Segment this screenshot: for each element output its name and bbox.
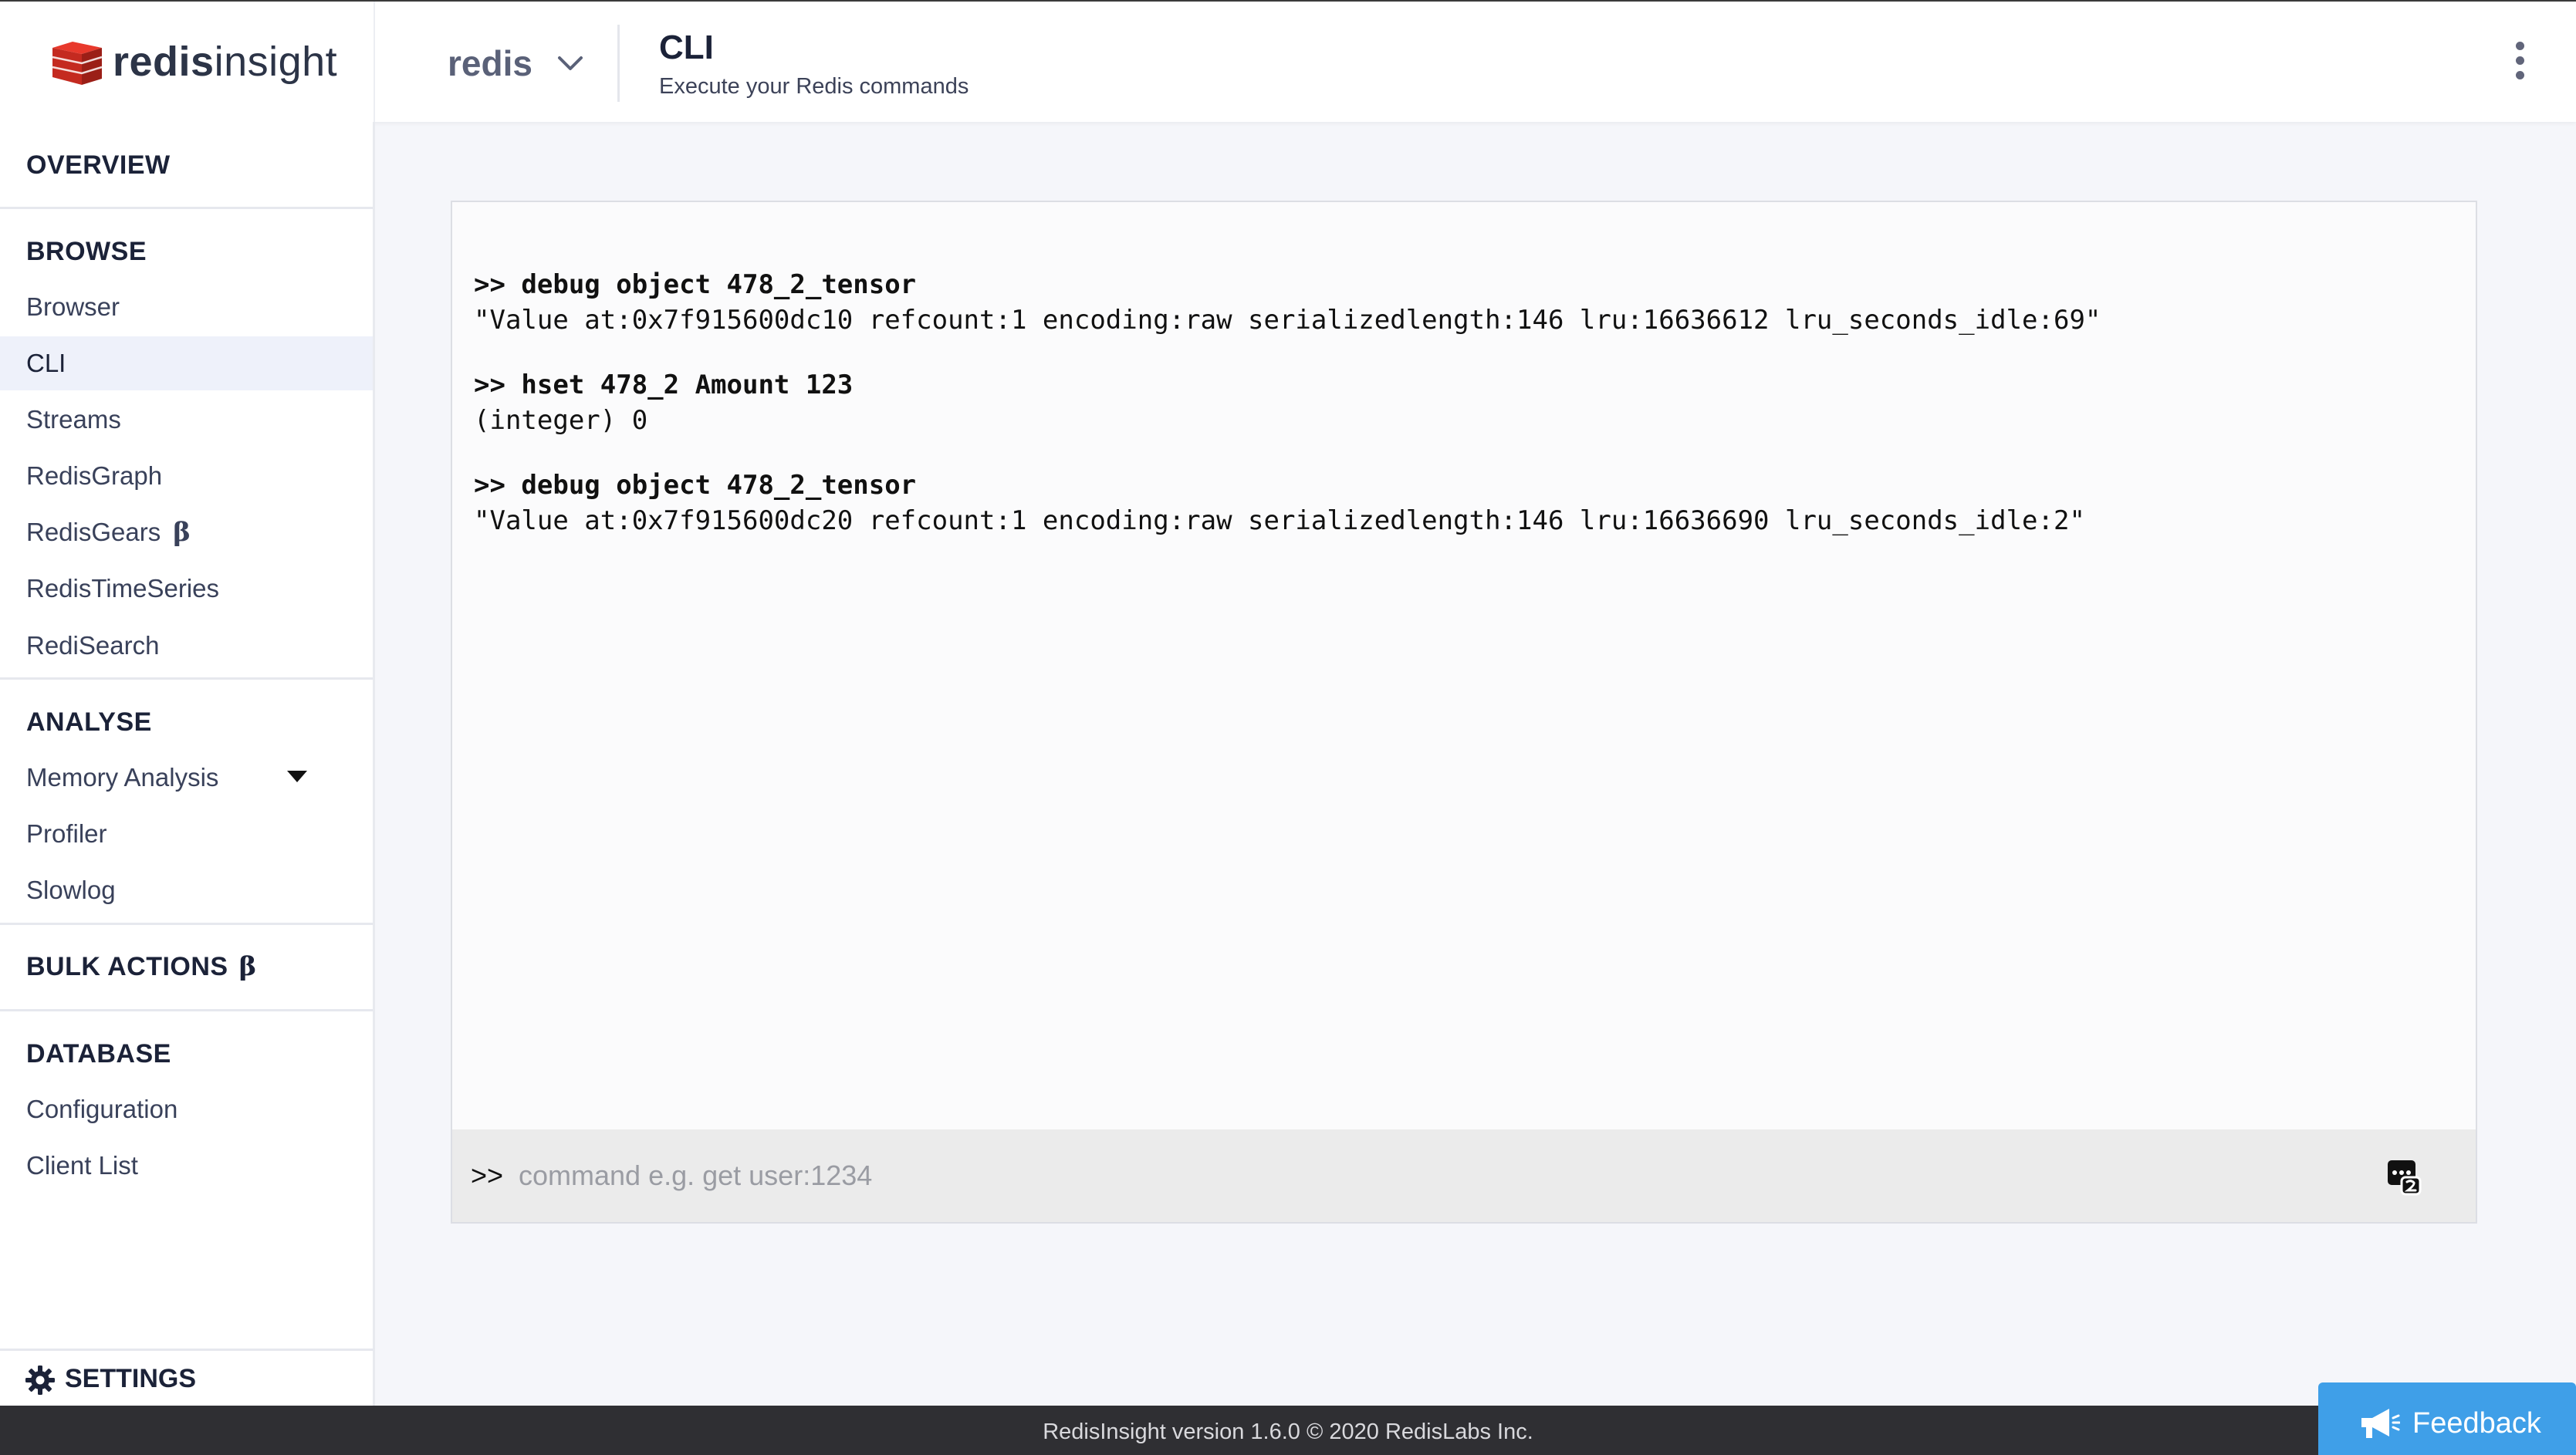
section-title-analyse: ANALYSE xyxy=(26,707,152,737)
app-header: redisinsight redis CLI Execute your Redi… xyxy=(0,0,2576,122)
cli-result: "Value at:0x7f915600dc20 refcount:1 enco… xyxy=(474,505,2085,536)
sidebar-item-client-list[interactable]: Client List xyxy=(0,1139,373,1193)
sidebar-item-label: RedisTimeSeries xyxy=(26,574,220,603)
sidebar-item-redisearch[interactable]: RediSearch xyxy=(0,619,373,673)
section-title-browse: BROWSE xyxy=(26,237,147,266)
version-text: RedisInsight version 1.6.0 © 2020 RedisL… xyxy=(1043,1420,1533,1444)
cli-entry: >> debug object 478_2_tensor "Value at:0… xyxy=(474,267,2454,338)
chevron-down-icon xyxy=(557,56,583,70)
beta-badge: β xyxy=(173,517,191,548)
cli-output: >> debug object 478_2_tensor "Value at:0… xyxy=(474,267,2454,568)
sidebar-item-label: RedisGraph xyxy=(26,461,163,490)
header-divider xyxy=(617,25,620,102)
sidebar-item-overview[interactable]: OVERVIEW xyxy=(26,148,171,182)
bulk-actions-label: BULK ACTIONS xyxy=(26,952,228,981)
section-title-database: DATABASE xyxy=(26,1039,171,1068)
settings-label: SETTINGS xyxy=(65,1364,197,1393)
cli-command: >> hset 478_2 Amount 123 xyxy=(474,370,854,400)
caret-down-icon[interactable] xyxy=(287,771,307,782)
redisgears-label: RedisGears xyxy=(26,518,161,546)
page-title: CLI xyxy=(659,29,714,66)
redis-logo-icon xyxy=(52,42,103,85)
sidebar-divider xyxy=(0,1009,373,1011)
settings-button[interactable]: SETTINGS xyxy=(0,1349,375,1406)
sidebar-item-label: Slowlog xyxy=(26,876,116,904)
sidebar-item-memory-analysis[interactable]: Memory Analysis xyxy=(0,751,373,805)
sidebar-divider xyxy=(0,923,373,925)
sidebar-item-browser[interactable]: Browser xyxy=(0,280,373,334)
sidebar-divider xyxy=(0,677,373,680)
sidebar-item-label: RediSearch xyxy=(26,631,160,660)
feedback-button[interactable]: Feedback xyxy=(2318,1382,2576,1455)
sidebar-item-streams[interactable]: Streams xyxy=(0,393,373,447)
sidebar-divider xyxy=(0,207,373,209)
sidebar-item-redisgraph[interactable]: RedisGraph xyxy=(0,449,373,503)
cli-panel: >> debug object 478_2_tensor "Value at:0… xyxy=(451,201,2477,1224)
cli-entry: >> hset 478_2 Amount 123 (integer) 0 xyxy=(474,367,2454,438)
page-subtitle: Execute your Redis commands xyxy=(659,74,969,99)
sidebar-item-slowlog[interactable]: Slowlog xyxy=(0,863,373,917)
feedback-label: Feedback xyxy=(2412,1407,2541,1440)
cli-input-bar: >> xyxy=(452,1129,2476,1222)
app-footer: RedisInsight version 1.6.0 © 2020 RedisL… xyxy=(0,1406,2576,1455)
sidebar: OVERVIEW BROWSE Browser CLI Streams Redi… xyxy=(0,122,375,1406)
database-selector[interactable]: redis xyxy=(448,39,583,88)
cli-entry: >> debug object 478_2_tensor "Value at:0… xyxy=(474,468,2454,538)
sidebar-item-bulk-actions[interactable]: BULK ACTIONS β xyxy=(26,950,257,984)
cli-prompt: >> xyxy=(471,1160,504,1191)
logo[interactable]: redisinsight xyxy=(0,2,375,122)
sidebar-item-label: Profiler xyxy=(26,819,107,848)
sidebar-item-profiler[interactable]: Profiler xyxy=(0,807,373,861)
sidebar-item-cli[interactable]: CLI xyxy=(0,336,373,390)
sidebar-item-label: Memory Analysis xyxy=(26,763,219,792)
sidebar-item-label: Client List xyxy=(26,1151,138,1180)
beta-badge: β xyxy=(238,951,257,982)
sidebar-item-label: Browser xyxy=(26,292,120,321)
logo-text-insight: insight xyxy=(214,39,338,85)
sidebar-item-label: CLI xyxy=(26,349,66,377)
command-helper-icon[interactable] xyxy=(2386,1156,2422,1197)
sidebar-item-label: Configuration xyxy=(26,1095,178,1123)
sidebar-item-label: Streams xyxy=(26,405,121,434)
database-name: redis xyxy=(448,43,532,83)
gear-icon xyxy=(25,1366,55,1395)
more-options-icon[interactable] xyxy=(2510,42,2530,85)
cli-command: >> debug object 478_2_tensor xyxy=(474,269,917,300)
sidebar-item-label: RedisGears β xyxy=(26,515,191,549)
logo-wordmark: redisinsight xyxy=(113,38,337,86)
cli-command-input[interactable] xyxy=(517,1156,2292,1196)
cli-command: >> debug object 478_2_tensor xyxy=(474,470,917,501)
sidebar-item-redistimeseries[interactable]: RedisTimeSeries xyxy=(0,562,373,616)
cli-result: (integer) 0 xyxy=(474,405,648,436)
megaphone-icon xyxy=(2361,1409,2400,1438)
sidebar-item-configuration[interactable]: Configuration xyxy=(0,1082,373,1136)
sidebar-item-redisgears[interactable]: RedisGears β xyxy=(0,505,373,559)
cli-result: "Value at:0x7f915600dc10 refcount:1 enco… xyxy=(474,305,2101,336)
logo-text-redis: redis xyxy=(113,39,215,85)
